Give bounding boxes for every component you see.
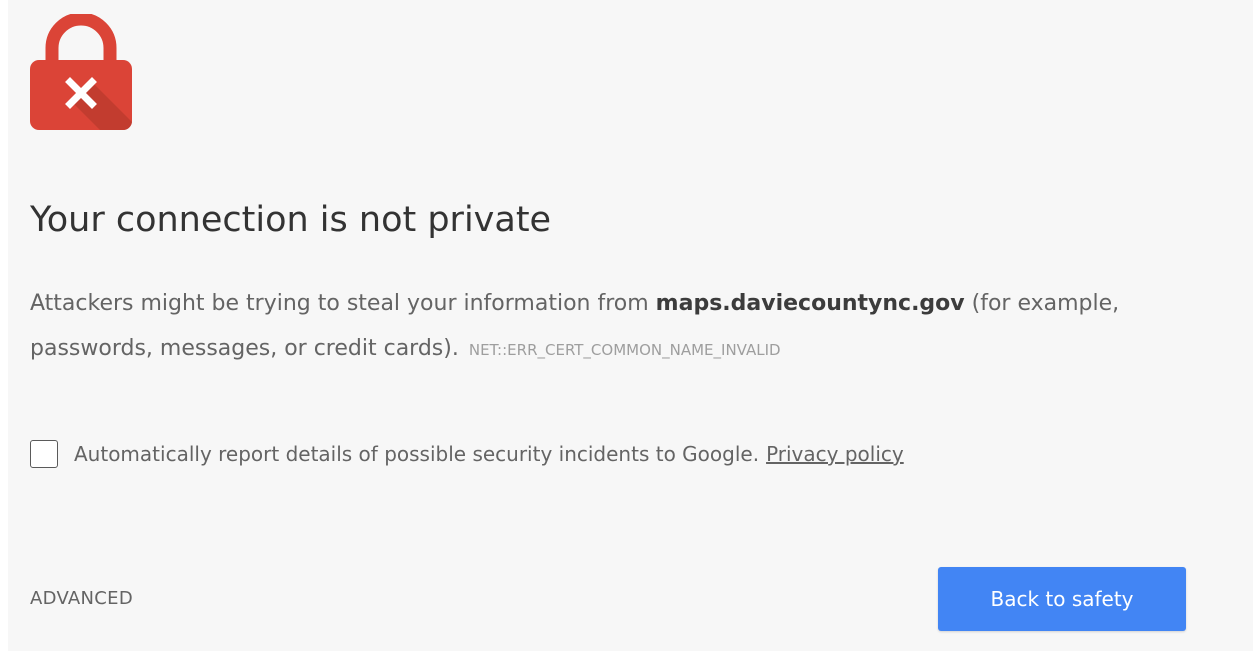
explanation-text: Attackers might be trying to steal your … (30, 281, 1160, 373)
report-label: Automatically report details of possible… (74, 442, 760, 466)
explanation-before: Attackers might be trying to steal your … (30, 291, 656, 316)
lock-error-icon (30, 14, 132, 130)
interstitial-page: Your connection is not private Attackers… (8, 0, 1253, 651)
report-checkbox[interactable] (30, 440, 58, 468)
host-name: maps.daviecountync.gov (655, 291, 965, 316)
page-title: Your connection is not private (30, 200, 552, 240)
advanced-button[interactable]: ADVANCED (30, 588, 133, 609)
privacy-policy-link[interactable]: Privacy policy (766, 442, 904, 466)
report-option: Automatically report details of possible… (30, 440, 904, 468)
back-to-safety-button[interactable]: Back to safety (938, 567, 1186, 631)
error-code: NET::ERR_CERT_COMMON_NAME_INVALID (468, 341, 781, 359)
